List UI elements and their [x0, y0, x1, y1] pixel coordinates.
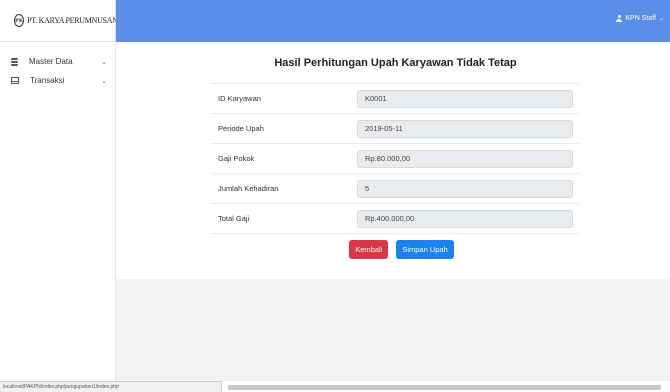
sidebar-item-master-data[interactable]: Master Data ⌄	[0, 52, 115, 71]
sidebar-nav: Master Data ⌄ Transaksi ⌄	[0, 42, 115, 90]
horizontal-scrollbar[interactable]	[228, 385, 661, 390]
page-title: Hasil Perhitungan Upah Karyawan Tidak Te…	[274, 57, 517, 69]
sidebar-item-label: Master Data	[29, 57, 73, 66]
periode-upah-field[interactable]: 2019-05-11	[357, 119, 573, 138]
form-row-gaji-pokok: Gaji Pokok Rp.80.000,00	[211, 143, 580, 173]
total-gaji-field[interactable]: Rp.400.000,00	[357, 209, 573, 228]
field-label: Gaji Pokok	[218, 154, 255, 163]
status-bar-url: localhost/PAKPN/index.php/pengupahan1/in…	[0, 381, 222, 392]
field-label: ID Karyawan	[218, 94, 261, 103]
user-icon	[616, 15, 623, 22]
form-row-periode-upah: Periode Upah 2019-05-11	[211, 113, 580, 143]
caret-down-icon: ⌄	[658, 16, 664, 22]
wage-result-card: Hasil Perhitungan Upah Karyawan Tidak Te…	[211, 42, 580, 259]
form-row-id-karyawan: ID Karyawan K0001	[211, 83, 580, 113]
sidebar-item-transaksi[interactable]: Transaksi ⌄	[0, 71, 115, 90]
top-navbar: KPN Staff ⌄	[116, 0, 670, 42]
chevron-down-icon: ⌄	[101, 58, 107, 66]
form-row-jumlah-kehadiran: Jumlah Kehadiran 5	[211, 173, 580, 203]
sidebar: PK PT. KARYA PERUMNUSANTARA Master Data …	[0, 0, 138, 392]
user-menu[interactable]: KPN Staff ⌄	[616, 15, 664, 22]
sidebar-item-label: Transaksi	[30, 76, 65, 85]
table-icon	[11, 77, 19, 84]
company-logo-icon: PK	[14, 14, 25, 27]
main-content: Hasil Perhitungan Upah Karyawan Tidak Te…	[116, 42, 670, 279]
gaji-pokok-field[interactable]: Rp.80.000,00	[357, 149, 573, 168]
field-label: Jumlah Kehadiran	[218, 184, 279, 193]
database-icon	[11, 57, 18, 66]
content-footer-area	[116, 279, 670, 381]
back-button[interactable]: Kembali	[349, 240, 389, 259]
jumlah-kehadiran-field[interactable]: 5	[357, 179, 573, 198]
chevron-down-icon: ⌄	[101, 77, 107, 85]
action-buttons: Kembali Simpan Upah	[211, 233, 580, 259]
save-wage-button[interactable]: Simpan Upah	[396, 240, 454, 259]
field-label: Periode Upah	[218, 124, 264, 133]
id-karyawan-field[interactable]: K0001	[357, 89, 573, 108]
user-name: KPN Staff	[625, 15, 656, 22]
brand[interactable]: PK PT. KARYA PERUMNUSANTARA	[0, 0, 138, 42]
form-row-total-gaji: Total Gaji Rp.400.000,00	[211, 203, 580, 233]
field-label: Total Gaji	[218, 214, 250, 223]
